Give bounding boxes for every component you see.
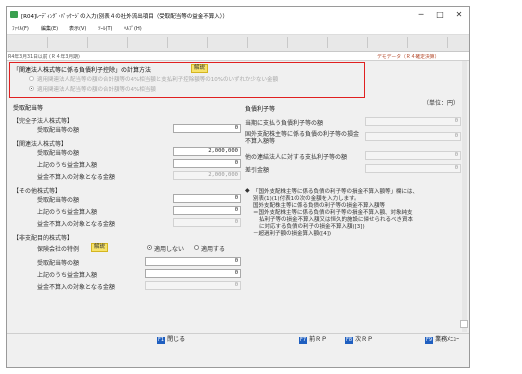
unit-label: （単位：円） xyxy=(423,100,460,107)
app-window: [R04]ﾚｰﾃﾞｨﾝｸﾞ･ﾊﾟｯｹｰｼﾞの入力(別表４の社外流出項目（受取配当… xyxy=(6,6,470,368)
row-label: 上記のうち益金算入額 xyxy=(37,272,98,279)
section-heading: 【非支配目的株式等】 xyxy=(13,235,74,242)
method-help-button[interactable]: 解説 xyxy=(191,64,209,73)
f8-key: F8 xyxy=(345,337,354,344)
interest-paid-amount: 0 xyxy=(365,117,461,126)
net-amount: 0 xyxy=(365,164,461,173)
minimize-button[interactable]: ─ xyxy=(412,9,430,21)
toolbar-separator xyxy=(247,37,248,48)
other-dividend-input[interactable]: 0 xyxy=(173,194,241,203)
title-bar: [R04]ﾚｰﾃﾞｨﾝｸﾞ･ﾊﾟｯｹｰｼﾞの入力(別表４の社外流出項目（受取配当… xyxy=(7,7,469,23)
menu-file[interactable]: ﾌｧｲﾙ(F) xyxy=(12,25,29,32)
toolbar-separator xyxy=(47,37,48,48)
toolbar-separator xyxy=(367,37,368,48)
f1-key: F1 xyxy=(157,337,166,344)
menu-edit[interactable]: 編集(E) xyxy=(41,25,58,32)
toolbar-separator xyxy=(207,37,208,48)
toolbar-separator xyxy=(167,37,168,48)
interest-row-label: 他の連結法人に対する支払利子等の額 xyxy=(245,154,348,161)
vertical-scrollbar[interactable] xyxy=(462,61,467,332)
toolbar-separator xyxy=(87,37,88,48)
toolbar-separator xyxy=(447,37,448,48)
row-label: 益金不算入の対象となる金額 xyxy=(37,174,115,181)
window-title: [R04]ﾚｰﾃﾞｨﾝｸﾞ･ﾊﾟｯｹｰｼﾞの入力(別表４の社外流出項目（受取配当… xyxy=(21,14,229,20)
method-option2-radio[interactable] xyxy=(29,86,34,91)
dividends-title: 受取配当等 xyxy=(13,105,44,112)
resize-handle[interactable] xyxy=(460,320,468,328)
row-label: 受取配当等の額 xyxy=(37,150,80,157)
related-inclusion-input[interactable]: 0 xyxy=(173,159,241,168)
other-inclusion-input[interactable]: 0 xyxy=(173,206,241,215)
interest-title: 負債利子等 xyxy=(245,106,276,113)
interest-row-label: 当期に支払う負債利子等の額 xyxy=(245,120,324,127)
toolbar xyxy=(7,35,469,52)
row-label: 上記のうち益金算入額 xyxy=(37,209,98,216)
interest-row-label: 差引金額 xyxy=(245,167,270,174)
business-menu-button[interactable]: F9 業務ﾒﾆｭｰ xyxy=(425,335,459,344)
toolbar-separator xyxy=(327,37,328,48)
maximize-button[interactable]: □ xyxy=(431,9,449,21)
menu-view[interactable]: 表示(V) xyxy=(69,25,86,32)
insurance-special-label: 保険会社の特例 xyxy=(37,246,80,253)
apply-radio[interactable] xyxy=(194,245,199,250)
row-label: 上記のうち益金算入額 xyxy=(37,162,98,169)
section-heading: 【その他株式等】 xyxy=(13,188,62,195)
no-apply-radio[interactable] xyxy=(147,245,152,250)
section-heading: 【関連法人株式等】 xyxy=(13,141,68,148)
nonctrl-dividend-input[interactable]: 0 xyxy=(145,257,241,266)
method-option1-radio[interactable] xyxy=(29,76,34,81)
close-button[interactable]: ✕ xyxy=(450,9,468,21)
toolbar-separator xyxy=(287,37,288,48)
related-dividend-input[interactable]: 2,000,000 xyxy=(173,147,241,156)
foreign-shareholder-amount: 0 xyxy=(365,132,461,141)
consolidated-interest-amount: 0 xyxy=(365,151,461,160)
toolbar-separator xyxy=(127,37,128,48)
method-option2-label[interactable]: 適用関連法人配当等の額の合計額等の4%相当額 xyxy=(37,85,156,93)
period-text: R4年3月31日以前 (Ｒ４年3月期) xyxy=(8,55,80,60)
nonctrl-inclusion-input[interactable]: 0 xyxy=(145,269,241,278)
menu-tools[interactable]: ﾂｰﾙ(T) xyxy=(98,25,112,32)
note-bullet: ◆ xyxy=(245,187,250,194)
apply-label[interactable]: 適用する xyxy=(201,244,225,253)
no-apply-label[interactable]: 適用しない xyxy=(154,244,184,253)
method-heading: 「関連法人株式等に係る負債利子控除」の計算方法 xyxy=(13,67,152,74)
wholly-owned-dividend-input[interactable]: 0 xyxy=(173,124,241,133)
section-heading: 【完全子法人株式等】 xyxy=(13,118,74,125)
other-exclusion-amount: 0 xyxy=(173,218,241,227)
app-icon xyxy=(10,11,18,18)
row-label: 益金不算入の対象となる金額 xyxy=(37,221,115,228)
mode-text: デモデータ（Ｒ４確定決算） xyxy=(377,55,440,60)
method-option1-label[interactable]: 適用関連法人配当等の額の合計額等の4%相当額と支払利子控除額等の10%のいずれか… xyxy=(37,75,278,83)
menu-bar: ﾌｧｲﾙ(F) 編集(E) 表示(V) ﾂｰﾙ(T) ﾍﾙﾌﾟ(H) xyxy=(7,23,469,35)
toolbar-separator xyxy=(407,37,408,48)
main-content: 「関連法人株式等に係る負債利子控除」の計算方法 解説 適用関連法人配当等の額の合… xyxy=(9,61,467,332)
nonctrl-exclusion-amount: 0 xyxy=(145,281,241,290)
note-line: －超過利子額の損金算入額([4]) xyxy=(253,231,332,237)
insurance-help-button[interactable]: 解説 xyxy=(91,243,109,252)
next-report-button[interactable]: F8 次ＲＰ xyxy=(345,335,373,344)
interest-row-label: 国外支配株主等に係る負債の利子等の損金不算入額等 xyxy=(245,131,360,145)
function-key-bar: F1 閉じる F7 前ＲＰ F8 次ＲＰ F9 業務ﾒﾆｭｰ xyxy=(7,333,469,346)
f9-key: F9 xyxy=(425,337,434,344)
row-label: 益金不算入の対象となる金額 xyxy=(37,284,115,291)
info-bar: R4年3月31日以前 (Ｒ４年3月期) デモデータ（Ｒ４確定決算） xyxy=(7,52,469,61)
f7-key: F7 xyxy=(299,337,308,344)
row-label: 受取配当等の額 xyxy=(37,197,80,204)
menu-help[interactable]: ﾍﾙﾌﾟ(H) xyxy=(124,25,142,32)
related-exclusion-amount: 2,000,000 xyxy=(173,171,241,180)
row-label: 受取配当等の額 xyxy=(37,260,80,267)
close-function-button[interactable]: F1 閉じる xyxy=(157,335,185,344)
row-label: 受取配当等の額 xyxy=(37,127,80,134)
previous-report-button[interactable]: F7 前ＲＰ xyxy=(299,335,327,344)
